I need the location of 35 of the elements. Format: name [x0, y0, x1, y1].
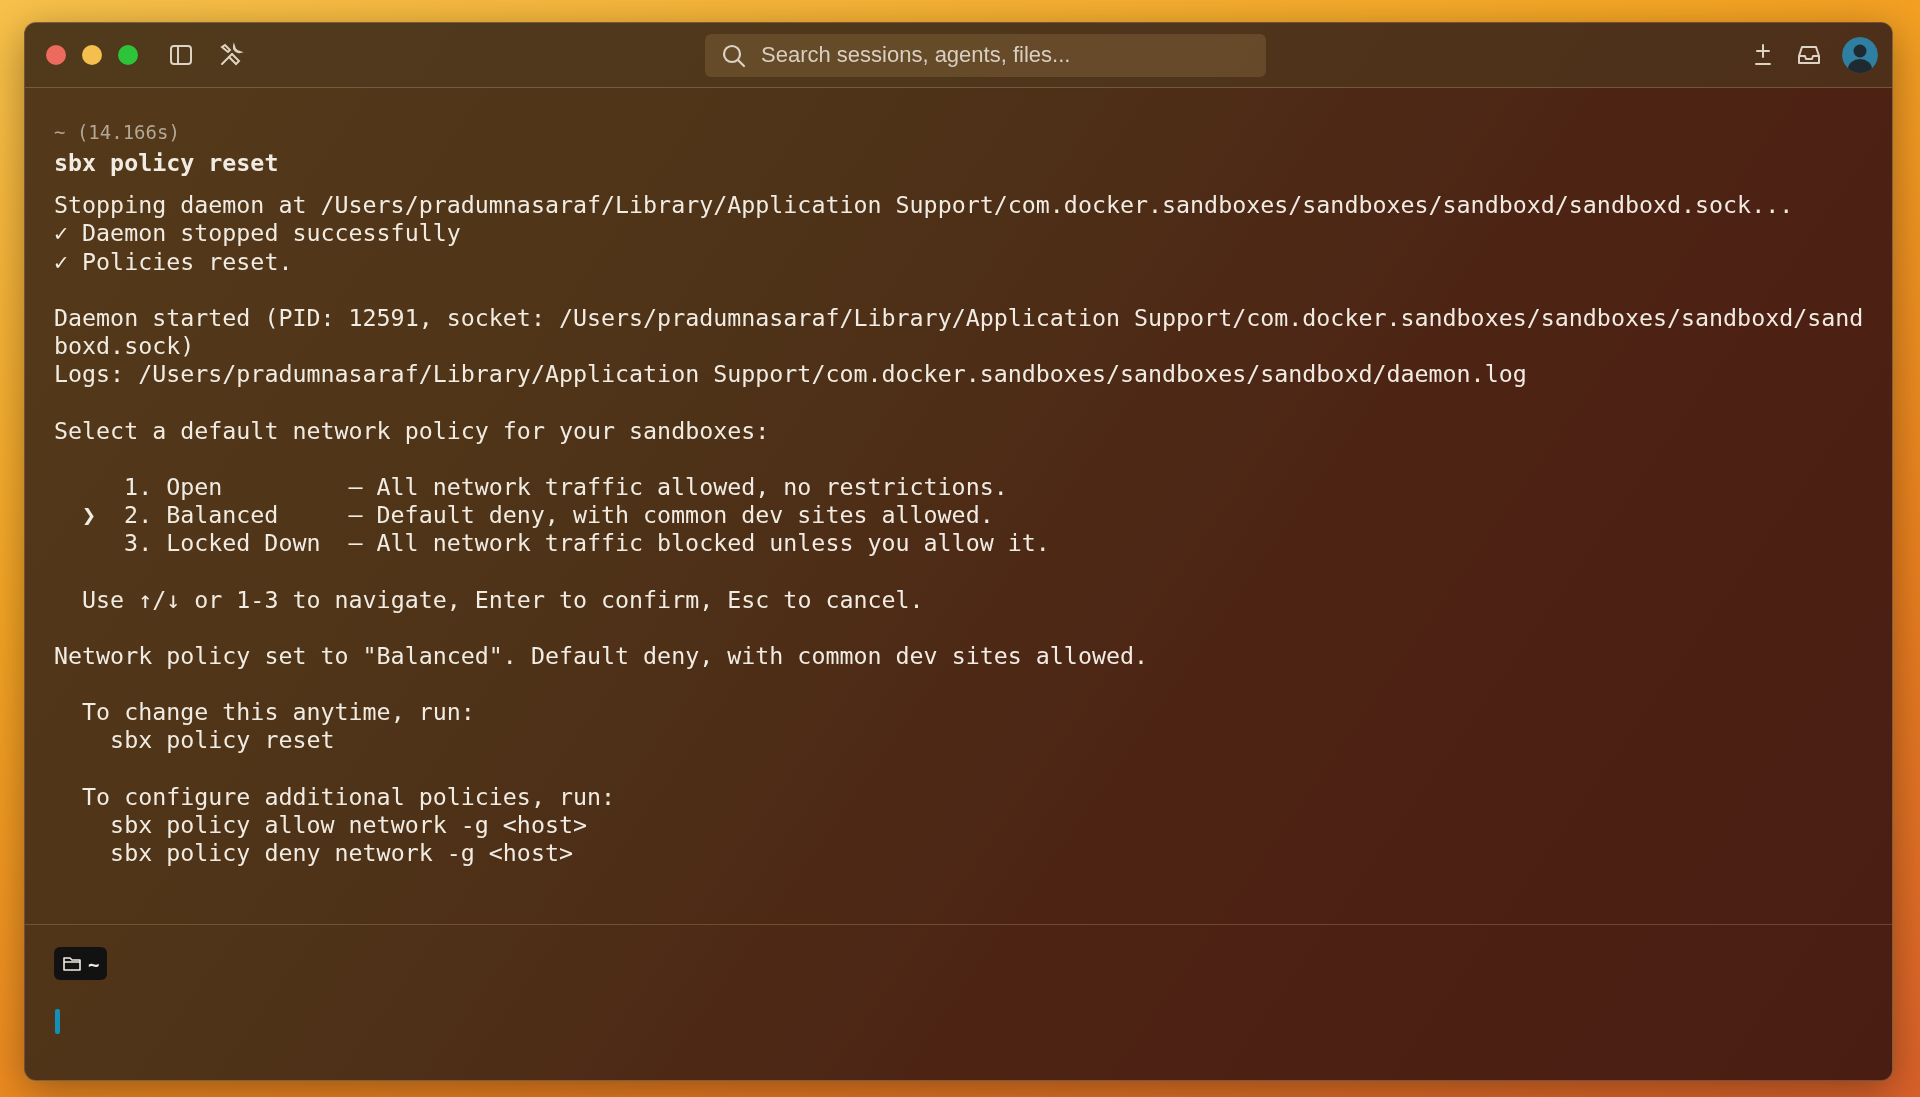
command-duration: ~ (14.166s) [54, 120, 180, 145]
output-line: Use ↑/↓ or 1-3 to navigate, Enter to confirm, Esc to cancel. [81, 585, 924, 614]
output-line: sbx policy deny network -g <host> [109, 838, 573, 868]
tools-icon[interactable] [218, 42, 244, 68]
output-line: To configure additional policies, run: [81, 782, 616, 811]
option-number[interactable]: 2. [124, 501, 153, 530]
folder-icon [62, 954, 82, 973]
option-label[interactable]: Locked Down [166, 529, 321, 557]
maximize-button[interactable] [118, 45, 138, 65]
search-icon [721, 42, 747, 69]
option-label[interactable]: Open [166, 472, 223, 500]
output-line: Daemon started (PID: 12591, socket: /Users/pradumnasaraf/Library/Application Support/com.docker.sandboxes/sandboxes/sandboxd/sandboxd.sock) [54, 303, 1864, 361]
output-line: ✓ Policies reset. [54, 247, 293, 276]
output-line: sbx policy allow network -g <host> [109, 810, 587, 839]
output-line: To change this anytime, run: [81, 698, 475, 727]
output-line: ✓ Daemon stopped successfully [54, 219, 461, 248]
option-number[interactable]: 3. [124, 529, 153, 558]
minimize-button[interactable] [82, 45, 102, 65]
output-line: Select a default network policy for your sandboxes: [54, 416, 770, 445]
output-line: sbx policy reset [109, 726, 335, 755]
option-description: — All network traffic blocked unless you allow it. [348, 529, 1050, 558]
command-text: sbx policy reset [54, 149, 279, 178]
sidebar-toggle-icon[interactable] [168, 42, 194, 68]
close-button[interactable] [46, 45, 66, 65]
text-cursor [55, 1009, 60, 1034]
output-line: Logs: /Users/pradumnasaraf/Library/Application Support/com.docker.sandboxes/sandboxes/sandboxd/daemon.log [54, 360, 1527, 389]
option-number[interactable]: 1. [124, 472, 153, 502]
selection-pointer: ❯ [82, 501, 97, 530]
avatar-icon[interactable] [1842, 37, 1878, 73]
option-description: — Default deny, with common dev sites allowed. [348, 501, 994, 530]
option-description: — All network traffic allowed, no restrictions. [348, 472, 1008, 502]
output-line: Stopping daemon at /Users/pradumnasaraf/Library/Application Support/com.docker.sandboxes/sandboxes/sandboxd/sandboxd.sock... [54, 191, 1794, 220]
option-label[interactable]: Balanced [166, 501, 279, 529]
output-line: Network policy set to "Balanced". Default deny, with common dev sites allowed. [54, 641, 1149, 670]
directory-badge[interactable]: ~ [54, 947, 108, 980]
